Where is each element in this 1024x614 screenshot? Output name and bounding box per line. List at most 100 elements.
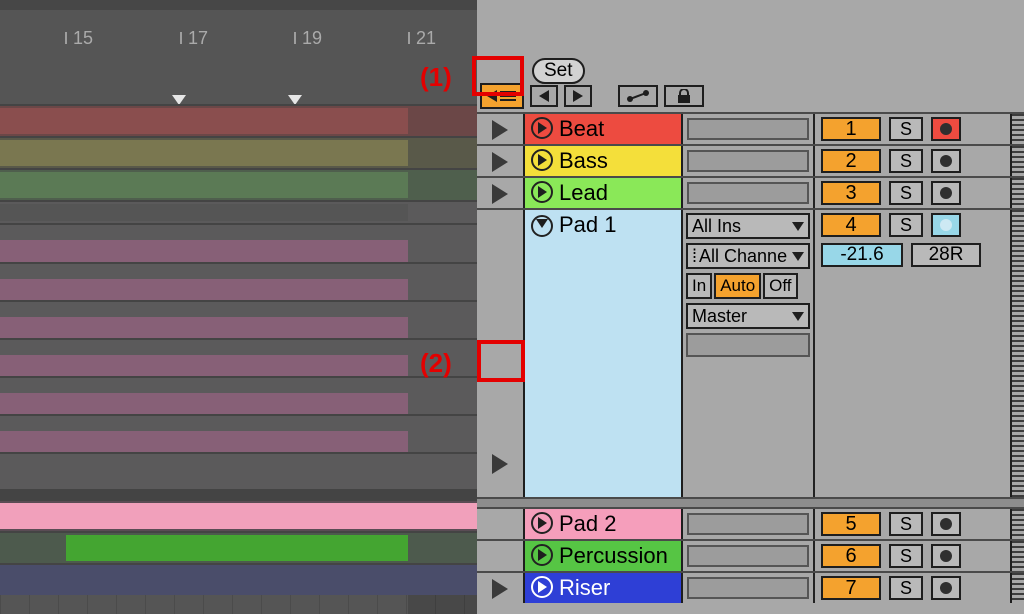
- ruler-tick: 17: [188, 28, 208, 48]
- annotation-label-2: (2): [420, 348, 452, 379]
- track-volume-value[interactable]: -21.6: [821, 243, 903, 267]
- track-name: Pad 1: [559, 213, 617, 237]
- solo-button[interactable]: S: [889, 512, 923, 536]
- output-channel-select[interactable]: [686, 333, 810, 357]
- output-select[interactable]: Master: [686, 303, 810, 329]
- ruler-tick: 15: [73, 28, 93, 48]
- clip[interactable]: [0, 240, 408, 262]
- lock-envelopes-button[interactable]: [664, 85, 704, 107]
- track-resize-handle[interactable]: [1010, 509, 1024, 539]
- track-launch-button[interactable]: [531, 181, 553, 203]
- solo-button[interactable]: S: [889, 149, 923, 173]
- arm-button[interactable]: [931, 213, 961, 237]
- track-row[interactable]: Bass 2 S: [477, 144, 1024, 176]
- solo-button[interactable]: S: [889, 117, 923, 141]
- prev-locator-button[interactable]: [530, 85, 558, 107]
- track-meter: [687, 150, 809, 172]
- track-resize-handle[interactable]: [1010, 178, 1024, 208]
- clip[interactable]: [0, 431, 408, 453]
- set-marker-button[interactable]: Set: [532, 58, 585, 84]
- track-activator[interactable]: 5: [821, 512, 881, 536]
- track-name: Percussion: [559, 544, 668, 568]
- solo-button[interactable]: S: [889, 544, 923, 568]
- clip[interactable]: [0, 317, 408, 339]
- clip[interactable]: [0, 108, 408, 134]
- track-row[interactable]: Percussion 6 S: [477, 539, 1024, 571]
- track-activator[interactable]: 3: [821, 181, 881, 205]
- track-row-expanded[interactable]: Pad 1 All Ins ⁞All Channe In Auto Off: [477, 208, 1024, 497]
- track-activator[interactable]: 6: [821, 544, 881, 568]
- clip[interactable]: [66, 535, 408, 561]
- track-unfold-button[interactable]: [492, 454, 508, 474]
- track-meter: [687, 182, 809, 204]
- monitor-in-button[interactable]: In: [686, 273, 712, 299]
- set-label: Set: [544, 60, 573, 81]
- clip[interactable]: [0, 503, 477, 529]
- track-meter: [687, 118, 809, 140]
- arm-button[interactable]: [931, 181, 961, 205]
- track-resize-handle[interactable]: [1010, 146, 1024, 176]
- track-activator[interactable]: 7: [821, 576, 881, 600]
- ruler-tick: 19: [302, 28, 322, 48]
- clip[interactable]: [0, 140, 408, 166]
- track-row[interactable]: Beat 1 S: [477, 112, 1024, 144]
- track-unfold-button[interactable]: [492, 184, 508, 204]
- track-unfold-button[interactable]: [492, 579, 508, 599]
- timeline-ruler[interactable]: 15 17 19 21: [0, 28, 477, 58]
- track-activator[interactable]: 1: [821, 117, 881, 141]
- track-launch-button[interactable]: [531, 544, 553, 566]
- track-name: Pad 2: [559, 512, 617, 536]
- clip[interactable]: [0, 172, 408, 198]
- track-name: Riser: [559, 576, 610, 600]
- arrangement-area[interactable]: [0, 104, 477, 614]
- track-launch-button[interactable]: [531, 576, 553, 598]
- output-value: Master: [692, 306, 747, 327]
- arm-button[interactable]: [931, 117, 961, 141]
- next-locator-button[interactable]: [564, 85, 592, 107]
- track-unfold-button[interactable]: [492, 152, 508, 172]
- track-meter: [687, 577, 809, 599]
- track-launch-button[interactable]: [531, 117, 553, 139]
- track-fold-button[interactable]: [531, 215, 553, 237]
- annotation-label-1: (1): [420, 62, 452, 93]
- track-launch-button[interactable]: [531, 512, 553, 534]
- solo-button[interactable]: S: [889, 213, 923, 237]
- solo-button[interactable]: S: [889, 576, 923, 600]
- arm-button[interactable]: [931, 149, 961, 173]
- track-name: Bass: [559, 149, 608, 173]
- ruler-tick: 21: [416, 28, 436, 48]
- solo-button[interactable]: S: [889, 181, 923, 205]
- automation-mode-button[interactable]: [618, 85, 658, 107]
- clip[interactable]: [0, 355, 408, 377]
- arm-button[interactable]: [931, 576, 961, 600]
- track-row[interactable]: Pad 2 5 S: [477, 507, 1024, 539]
- input-type-select[interactable]: All Ins: [686, 213, 810, 239]
- track-launch-button[interactable]: [531, 149, 553, 171]
- track-resize-handle[interactable]: [1010, 210, 1024, 497]
- back-to-arrangement-button[interactable]: [480, 83, 524, 109]
- track-activator[interactable]: 4: [821, 213, 881, 237]
- clip[interactable]: [0, 393, 408, 415]
- track-name: Beat: [559, 117, 604, 141]
- track-resize-handle[interactable]: [1010, 541, 1024, 571]
- track-activator[interactable]: 2: [821, 149, 881, 173]
- monitor-off-button[interactable]: Off: [763, 273, 797, 299]
- track-resize-handle[interactable]: [1010, 573, 1024, 603]
- clip[interactable]: [0, 204, 408, 221]
- arm-button[interactable]: [931, 512, 961, 536]
- clip[interactable]: [0, 279, 408, 301]
- input-channel-select[interactable]: ⁞All Channe: [686, 243, 810, 269]
- track-resize-handle[interactable]: [1010, 114, 1024, 144]
- track-meter: [687, 513, 809, 535]
- monitor-auto-button[interactable]: Auto: [714, 273, 761, 299]
- input-channel-value: All Channe: [699, 246, 787, 267]
- track-meter: [687, 545, 809, 567]
- track-pan-value[interactable]: 28R: [911, 243, 981, 267]
- midi-icon: ⁞: [692, 246, 697, 267]
- track-row[interactable]: Lead 3 S: [477, 176, 1024, 208]
- input-type-value: All Ins: [692, 216, 741, 237]
- arm-button[interactable]: [931, 544, 961, 568]
- track-unfold-button[interactable]: [492, 120, 508, 140]
- track-name: Lead: [559, 181, 608, 205]
- track-row[interactable]: Riser 7 S: [477, 571, 1024, 603]
